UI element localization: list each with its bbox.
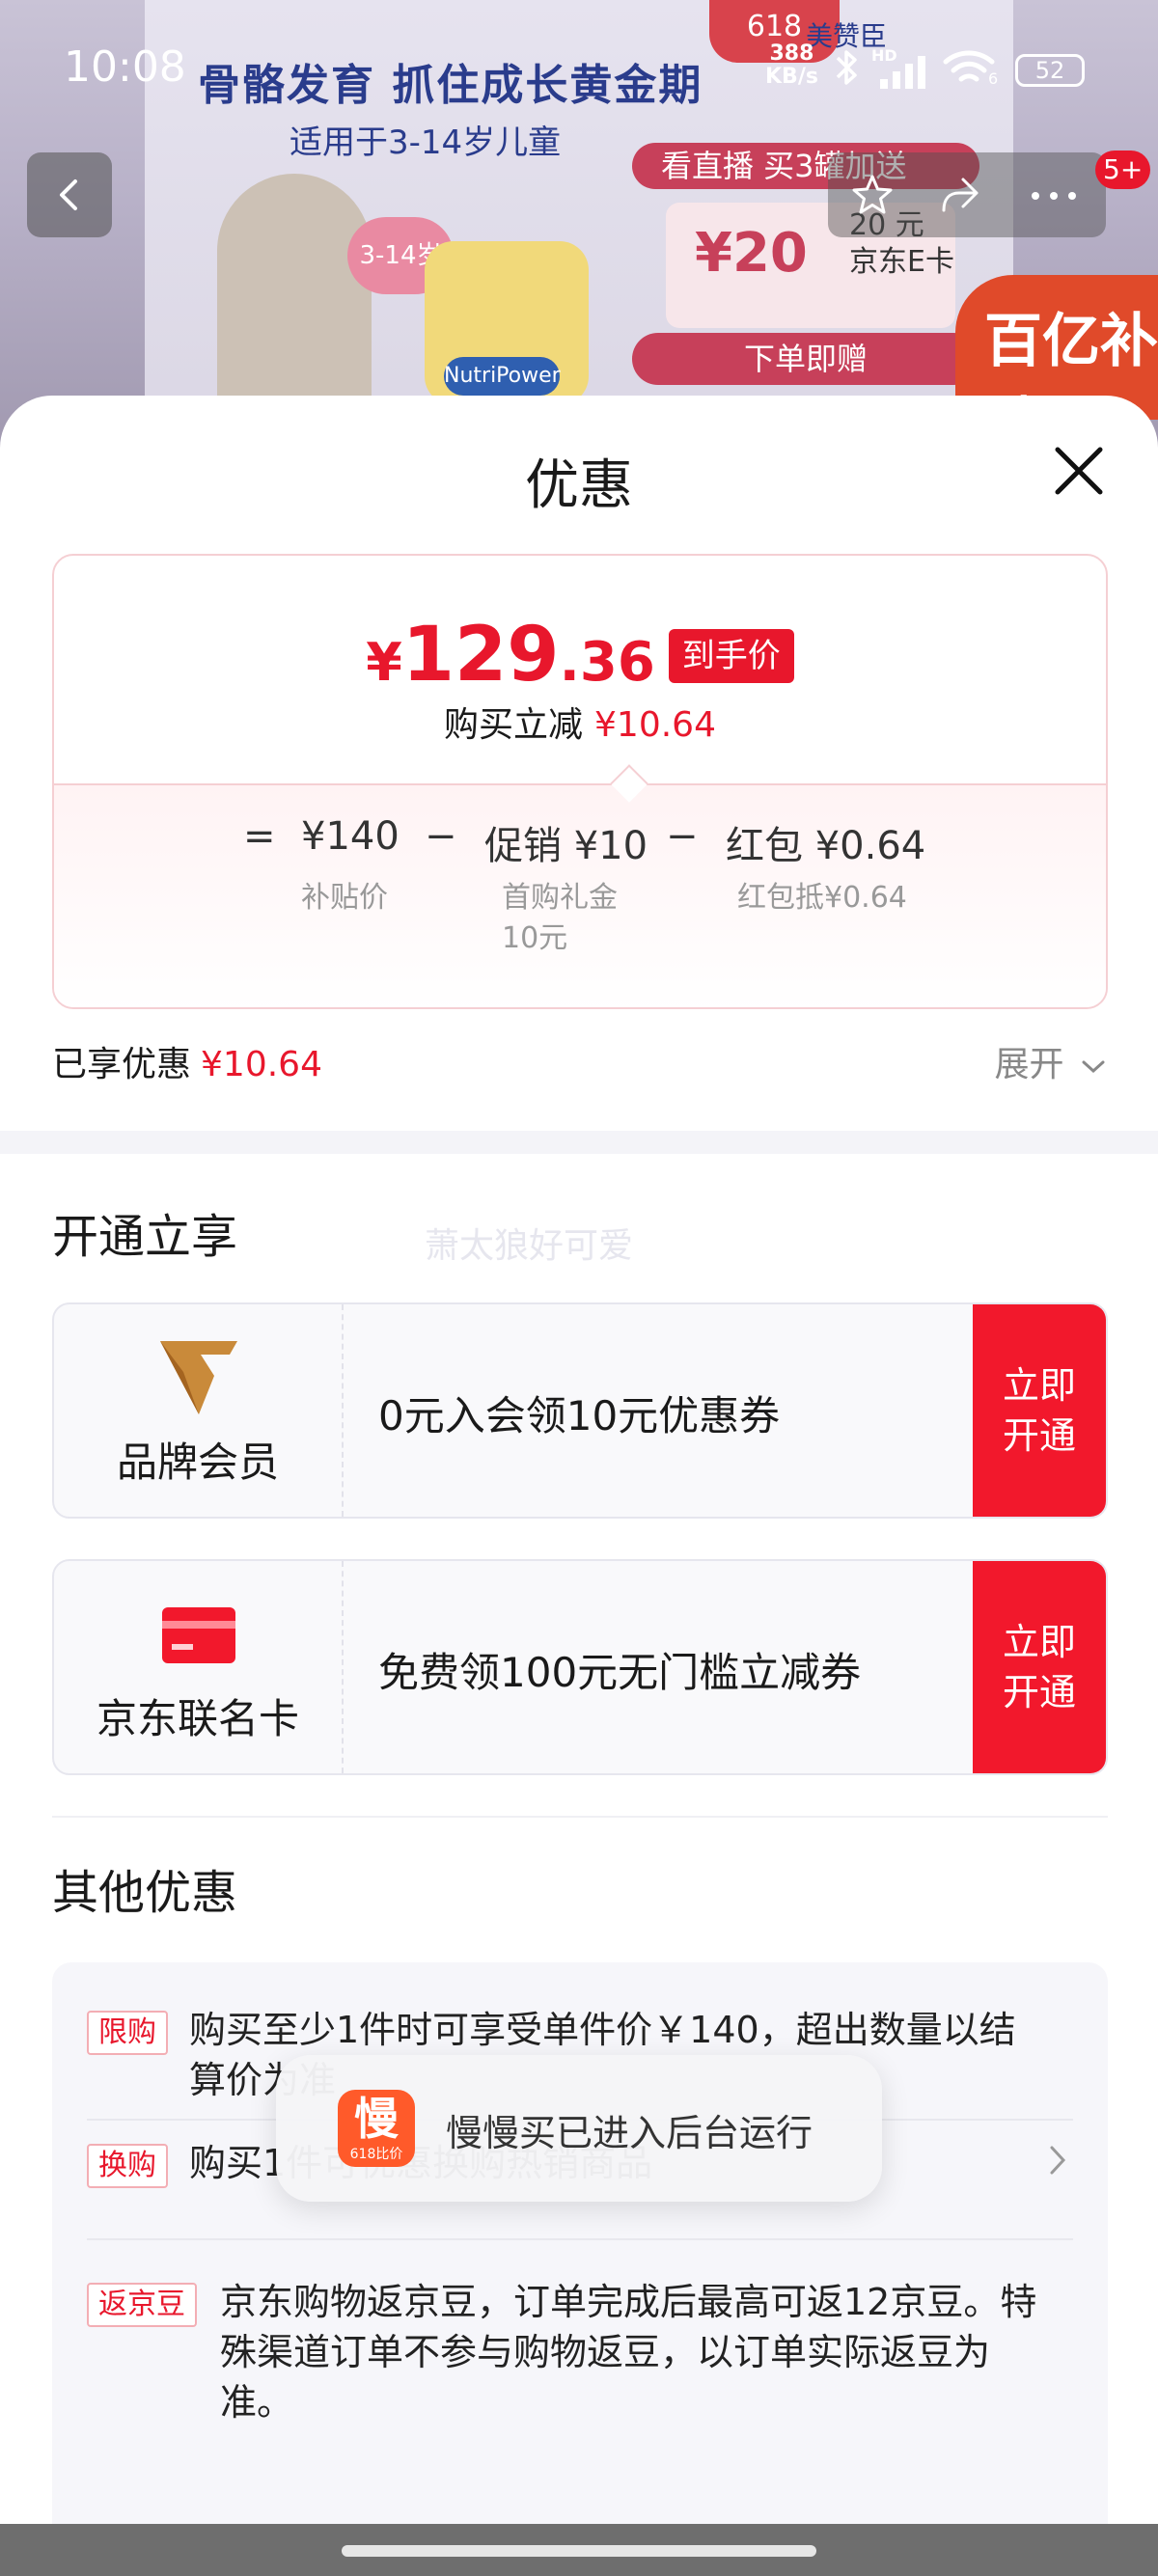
bluetooth-icon bbox=[836, 50, 857, 85]
star-icon[interactable] bbox=[849, 172, 896, 218]
watermark-text: 萧太狼好可爱 bbox=[425, 1226, 634, 1266]
exchange-tag: 换购 bbox=[87, 2144, 168, 2188]
toast-message: 慢慢买已进入后台运行 bbox=[446, 2112, 813, 2154]
enjoyed-amount: ¥10.64 bbox=[201, 1045, 322, 1084]
cart-badge: 5+ bbox=[1095, 151, 1151, 189]
offer-co-brand-card: 京东联名卡 免费领100元无门槛立减券 立即开通 bbox=[52, 1559, 1108, 1775]
formula-equals: = bbox=[243, 814, 276, 859]
formula-base-price: ¥140 bbox=[301, 814, 400, 859]
final-price-tag: 到手价 bbox=[668, 629, 794, 683]
signal-icon bbox=[880, 56, 925, 89]
offer-co-brand-card-name: 京东联名卡 bbox=[96, 1695, 299, 1742]
brand-member-icon bbox=[160, 1341, 237, 1414]
formula-redpack-label: 红包抵¥0.64 bbox=[737, 881, 907, 915]
reduction-amount: ¥10.64 bbox=[594, 705, 716, 745]
open-co-brand-card-button[interactable]: 立即开通 bbox=[973, 1561, 1106, 1773]
final-price: ¥129.36 到手价 bbox=[54, 612, 1106, 699]
expand-button[interactable]: 展开 bbox=[995, 1036, 1106, 1086]
other-section-title: 其他优惠 bbox=[52, 1866, 238, 1920]
app-icon-sub: 618比价 bbox=[349, 2147, 403, 2162]
back-button[interactable] bbox=[27, 152, 112, 237]
navigation-bar bbox=[0, 2524, 1158, 2576]
open-section-title: 开通立享 bbox=[52, 1210, 238, 1264]
enjoyed-label: 已享优惠 bbox=[52, 1045, 192, 1084]
close-icon[interactable] bbox=[1052, 444, 1106, 498]
formula-base-label: 补贴价 bbox=[301, 881, 388, 915]
section-divider bbox=[0, 1131, 1158, 1154]
open-brand-member-button[interactable]: 立即开通 bbox=[973, 1304, 1106, 1517]
price-currency: ¥ bbox=[366, 632, 402, 693]
app-icon: 慢 618比价 bbox=[338, 2090, 415, 2167]
reduction-label: 购买立减 bbox=[444, 705, 584, 745]
price-decimal: .36 bbox=[559, 631, 655, 694]
net-speed-value: 388 bbox=[769, 41, 814, 66]
jd-beans-text: 京东购物返京豆，订单完成后最高可返12京豆。特殊渠道订单不参与购物返豆，以订单实… bbox=[220, 2281, 1037, 2424]
final-price-area: ¥129.36 到手价 购买立减 ¥10.64 bbox=[54, 556, 1106, 783]
spokesperson-photo bbox=[217, 174, 372, 405]
offer-brand-member-name: 品牌会员 bbox=[116, 1439, 279, 1486]
gift-card-amount: ¥20 bbox=[695, 222, 808, 285]
price-breakdown-card: ¥129.36 到手价 购买立减 ¥10.64 = ¥140 补贴价 − 促销 ¥1… bbox=[52, 554, 1108, 1009]
status-bar: 10:08 388 KB/s HD 6 52 bbox=[0, 0, 1158, 135]
price-formula: = ¥140 补贴价 − 促销 ¥10 首购礼金 10元 − 红包 ¥0.64 … bbox=[54, 783, 1106, 1007]
wifi-level: 6 bbox=[988, 69, 999, 88]
net-speed-unit: KB/s bbox=[765, 65, 818, 89]
offer-brand-member: 品牌会员 0元入会领10元优惠券 立即开通 bbox=[52, 1302, 1108, 1519]
offer-co-brand-card-desc: 免费领100元无门槛立减券 bbox=[378, 1649, 862, 1696]
purchase-limit-tag: 限购 bbox=[87, 2011, 168, 2055]
list-item-jd-beans: 返京豆 京东购物返京豆，订单完成后最高可返12京豆。特殊渠道订单不参与购物返豆，… bbox=[87, 2277, 1073, 2464]
chevron-left-icon bbox=[60, 179, 77, 210]
can-label: NutriPower bbox=[444, 357, 561, 396]
formula-minus-1: − bbox=[425, 814, 457, 859]
battery-indicator: 52 bbox=[1015, 54, 1085, 87]
formula-redpack: 红包 ¥0.64 bbox=[726, 824, 926, 868]
formula-minus-2: − bbox=[666, 814, 699, 859]
offer-brand-member-desc: 0元入会领10元优惠券 bbox=[378, 1392, 781, 1439]
background-toast: 慢 618比价 慢慢买已进入后台运行 bbox=[276, 2055, 882, 2202]
share-icon[interactable] bbox=[936, 172, 982, 218]
home-indicator[interactable] bbox=[342, 2545, 816, 2557]
app-icon-text: 慢 bbox=[354, 2093, 399, 2145]
order-gift-banner: 下单即赠 bbox=[632, 333, 979, 385]
expand-label: 展开 bbox=[994, 1045, 1064, 1084]
chevron-right-icon bbox=[1050, 2146, 1066, 2175]
sheet-title: 优惠 bbox=[525, 454, 633, 517]
price-integer: 129 bbox=[401, 612, 560, 699]
gift-card-type: 京东E卡 bbox=[849, 245, 954, 279]
top-action-group bbox=[828, 152, 1106, 237]
section-separator bbox=[52, 1816, 1108, 1818]
jd-beans-tag: 返京豆 bbox=[87, 2283, 197, 2327]
enjoyed-discount: 已享优惠 ¥10.64 bbox=[52, 1036, 322, 1086]
chevron-down-icon bbox=[1082, 1060, 1105, 1074]
formula-promo-label-1: 首购礼金 bbox=[502, 881, 618, 915]
reduction-line: 购买立减 ¥10.64 bbox=[54, 697, 1106, 747]
formula-promo: 促销 ¥10 bbox=[484, 824, 648, 868]
more-icon[interactable] bbox=[1031, 191, 1077, 201]
net-speed: 388 KB/s bbox=[765, 42, 818, 89]
formula-promo-label-2: 10元 bbox=[502, 921, 568, 955]
offer-brand-member-left: 品牌会员 bbox=[54, 1304, 344, 1517]
credit-card-icon bbox=[162, 1607, 235, 1663]
offer-co-brand-card-left: 京东联名卡 bbox=[54, 1561, 344, 1773]
status-time: 10:08 bbox=[64, 42, 186, 92]
